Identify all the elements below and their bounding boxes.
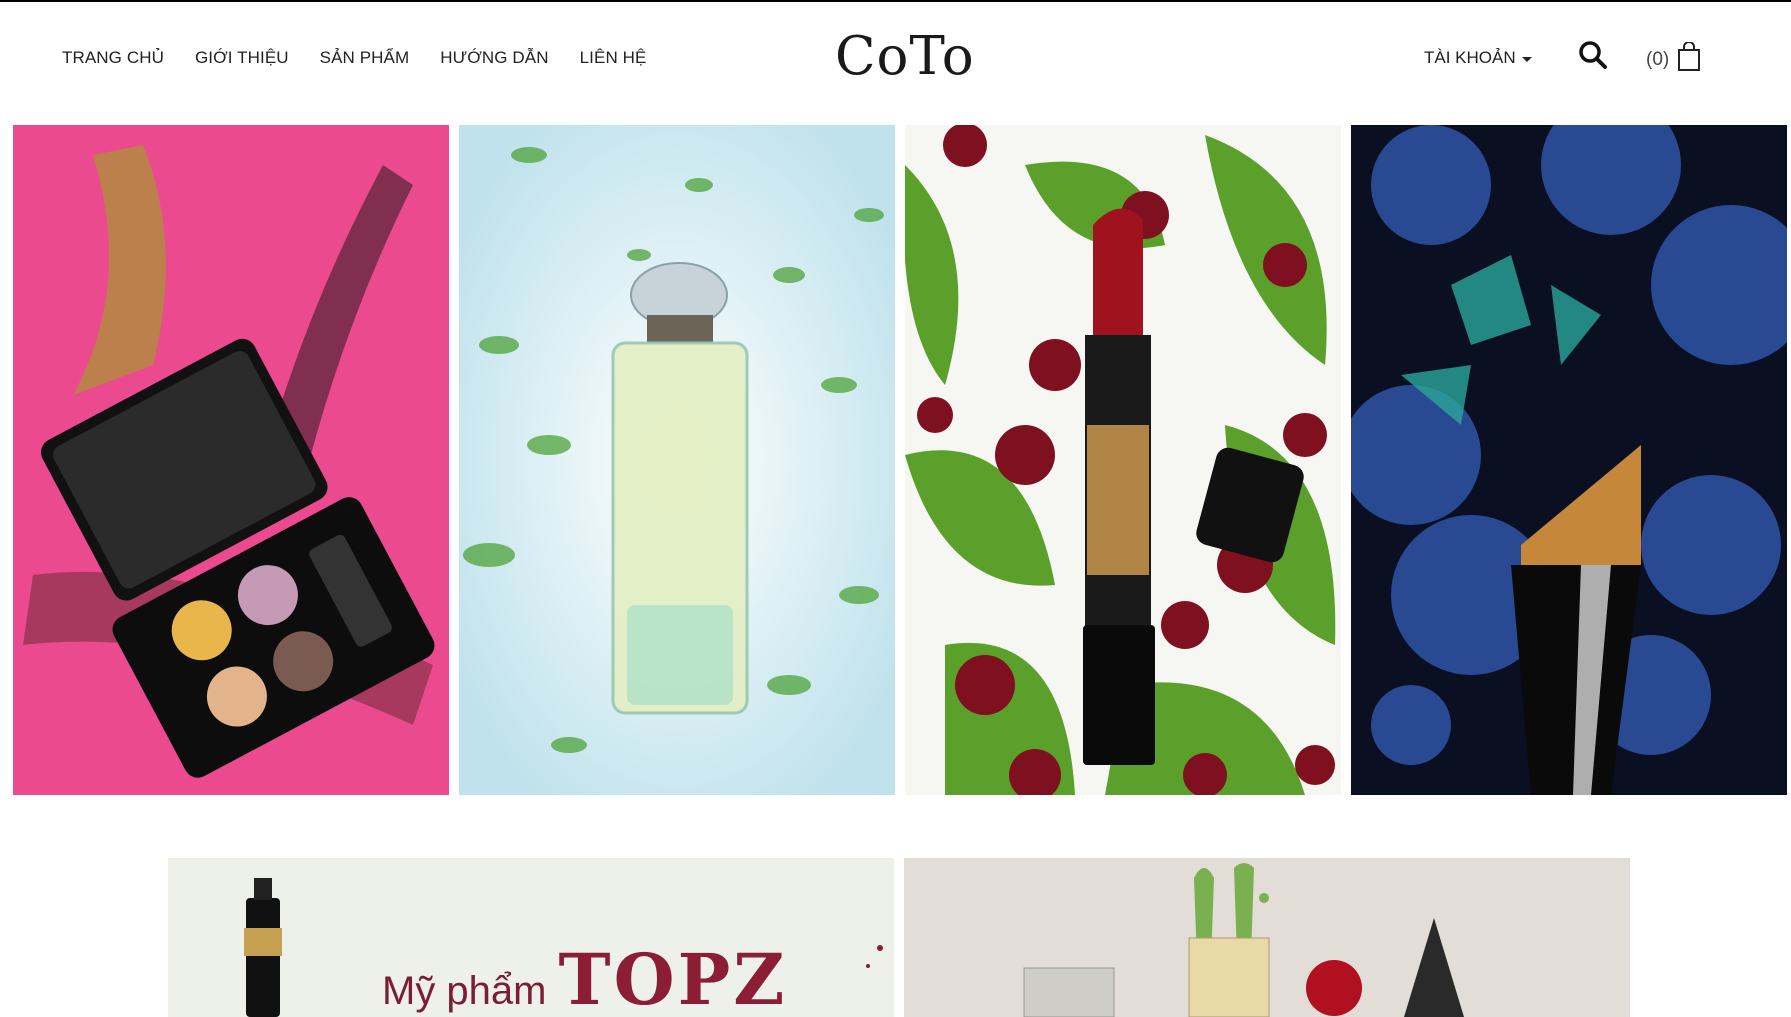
cart-count: (0) (1646, 48, 1670, 70)
shopping-bag-icon (1677, 41, 1701, 77)
promo-banner-perfumes[interactable] (904, 858, 1630, 1017)
search-icon[interactable] (1578, 40, 1608, 70)
top-border (0, 0, 1791, 2)
account-label: TÀI KHOẢN (1424, 48, 1516, 67)
lipstick-tile[interactable] (905, 125, 1341, 795)
banner-brand: TOPZ (558, 938, 788, 1017)
promo-banner-topz[interactable]: Mỹ phẩm TOPZ (168, 858, 894, 1017)
product-gallery (13, 125, 1787, 795)
site-logo[interactable]: CoTo (835, 30, 975, 83)
account-menu[interactable]: TÀI KHOẢN (1424, 48, 1532, 68)
banner-lead: Mỹ phẩm (382, 969, 547, 1013)
nav-products[interactable]: SẢN PHẨM (320, 48, 410, 68)
nav-contact[interactable]: LIÊN HỆ (580, 48, 647, 68)
promo-banners: Mỹ phẩm TOPZ (168, 858, 1630, 1017)
brush-tile[interactable] (1351, 125, 1787, 795)
nav-about[interactable]: GIỚI THIỆU (195, 48, 289, 68)
nav-home[interactable]: TRANG CHỦ (62, 48, 164, 68)
perfume-tile[interactable] (459, 125, 895, 795)
caret-down-icon (1521, 56, 1532, 62)
banner-text: Mỹ phẩm TOPZ (382, 938, 787, 1017)
nav-guide[interactable]: HƯỚNG DẪN (440, 48, 548, 68)
eyeshadow-tile[interactable] (13, 125, 449, 795)
cart-button[interactable]: (0) (1646, 41, 1701, 77)
main-nav: TRANG CHỦ GIỚI THIỆU SẢN PHẨM HƯỚNG DẪN … (62, 48, 646, 68)
